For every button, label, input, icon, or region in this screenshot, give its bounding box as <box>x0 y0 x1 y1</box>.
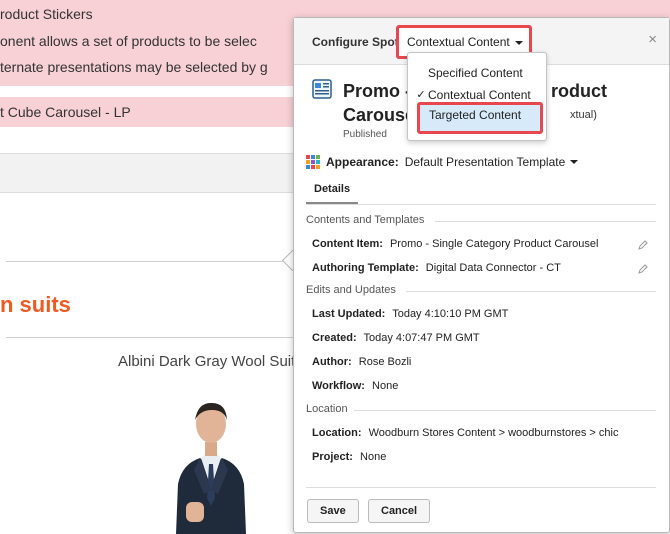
content-item-title-line2: Carouse <box>343 105 416 125</box>
save-button[interactable]: Save <box>307 499 359 523</box>
cancel-button[interactable]: Cancel <box>368 499 431 523</box>
edit-pencil-icon[interactable] <box>638 264 648 274</box>
section-contents-templates: Contents and Templates <box>306 214 425 226</box>
field-value: Today 4:07:47 PM GMT <box>363 332 480 344</box>
status-badge: Published <box>343 129 387 140</box>
field-value: None <box>360 451 387 463</box>
author-field: Author: Rose Bozli <box>312 356 411 368</box>
tab-details[interactable]: Details <box>306 180 359 204</box>
bg-heading: roduct Stickers <box>0 6 93 22</box>
section-rule <box>435 221 656 222</box>
content-item-type: xtual) <box>570 109 597 121</box>
product-caption[interactable]: Albini Dark Gray Wool Suit <box>118 353 295 370</box>
menu-item-targeted-content[interactable]: Targeted Content <box>417 102 543 134</box>
menu-item-specified-content[interactable]: Specified Content <box>408 63 546 83</box>
caret-down-icon <box>514 40 523 45</box>
field-label: Authoring Template: <box>312 262 419 274</box>
close-icon[interactable]: × <box>648 31 657 48</box>
title-part: Promo - <box>343 81 412 101</box>
divider <box>6 261 306 262</box>
location-field: Location: Woodburn Stores Content > wood… <box>312 427 618 439</box>
section-heading: n suits <box>0 292 71 317</box>
section-rule <box>406 291 656 292</box>
palette-icon <box>306 155 320 169</box>
content-type-dropdown-label: Contextual Content <box>407 35 510 49</box>
field-label: Last Updated: <box>312 308 386 320</box>
created-field: Created: Today 4:07:47 PM GMT <box>312 332 480 344</box>
content-item-field: Content Item: Promo - Single Category Pr… <box>312 238 598 250</box>
authoring-template-field: Authoring Template: Digital Data Connect… <box>312 262 561 274</box>
field-label: Author: <box>312 356 352 368</box>
menu-item-label: Targeted Content <box>429 108 522 122</box>
appearance-label: Appearance: <box>326 155 399 169</box>
caret-down-icon <box>570 160 579 164</box>
field-value: Digital Data Connector - CT <box>425 262 561 274</box>
tab-underline <box>306 204 656 205</box>
project-field: Project: None <box>312 451 386 463</box>
bg-description-line: onent allows a set of products to be sel… <box>0 33 257 49</box>
appearance-value: Default Presentation Template <box>404 155 566 169</box>
product-image[interactable] <box>168 398 254 534</box>
section-edits-updates: Edits and Updates <box>306 284 396 296</box>
field-value: Woodburn Stores Content > woodburnstores… <box>368 427 619 439</box>
field-label: Content Item: <box>312 238 383 250</box>
field-label: Location: <box>312 427 362 439</box>
bg-carousel-label: t Cube Carousel - LP <box>0 104 131 120</box>
section-location: Location <box>306 403 348 415</box>
field-value: Today 4:10:10 PM GMT <box>392 308 509 320</box>
field-label: Workflow: <box>312 380 365 392</box>
last-updated-field: Last Updated: Today 4:10:10 PM GMT <box>312 308 508 320</box>
section-rule <box>354 410 656 411</box>
field-label: Created: <box>312 332 357 344</box>
field-label: Project: <box>312 451 353 463</box>
title-part: roduct <box>551 81 608 101</box>
field-value: None <box>372 380 399 392</box>
workflow-field: Workflow: None <box>312 380 398 392</box>
divider <box>6 337 306 338</box>
appearance-row[interactable]: Appearance: Default Presentation Templat… <box>306 155 579 169</box>
footer-divider <box>306 487 656 488</box>
bg-description-line: ternate presentations may be selected by… <box>0 59 268 75</box>
field-value: Rose Bozli <box>358 356 412 368</box>
edit-pencil-icon[interactable] <box>638 240 648 250</box>
content-item-icon <box>312 79 332 99</box>
menu-item-label: Specified Content <box>428 66 523 80</box>
field-value: Promo - Single Category Product Carousel <box>389 238 599 250</box>
dialog-title: Configure Spot <box>312 35 399 49</box>
